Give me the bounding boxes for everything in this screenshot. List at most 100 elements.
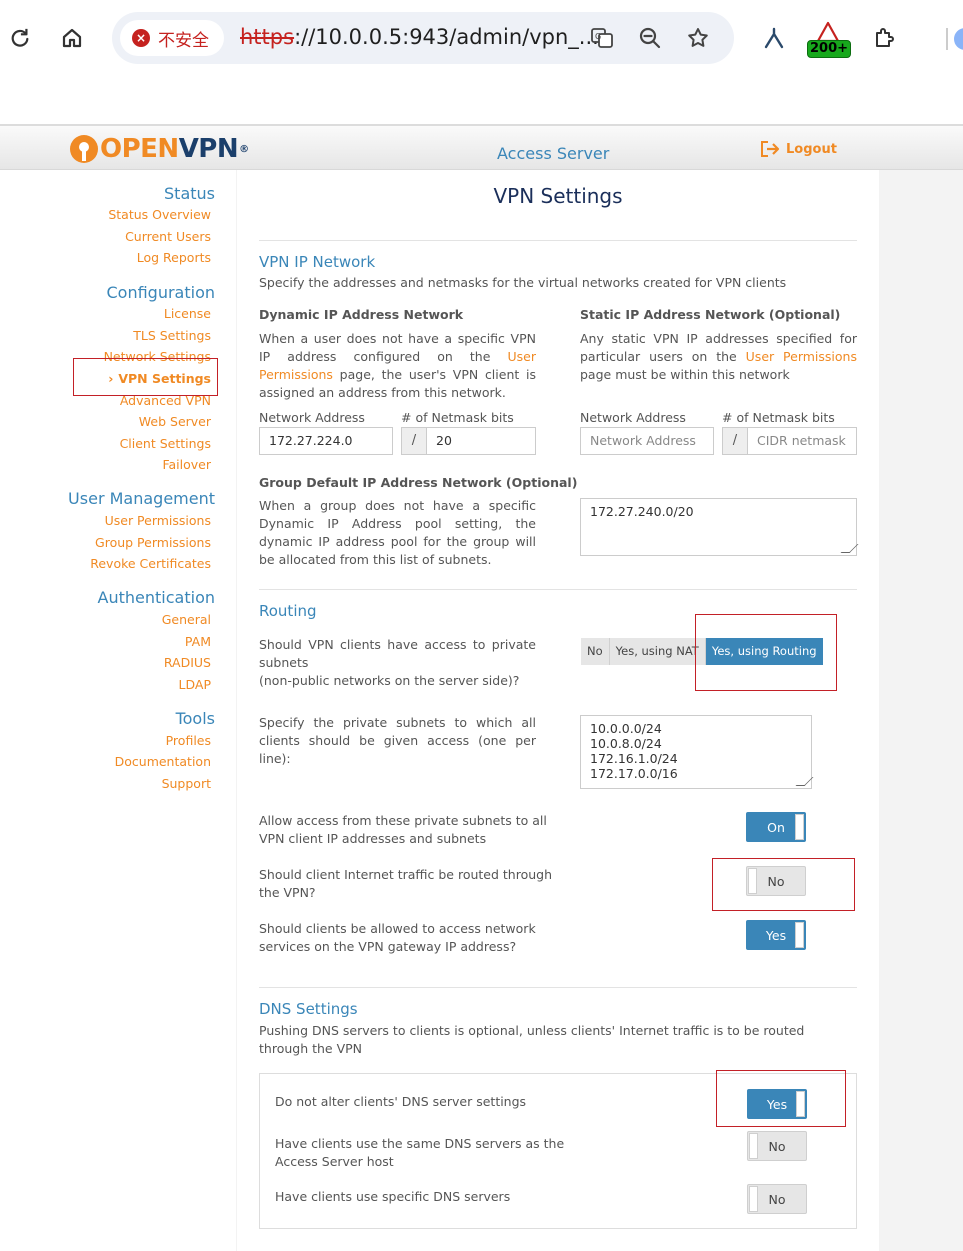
header-title: Access Server bbox=[497, 144, 610, 163]
sidebar-section-authentication: Authentication bbox=[97, 588, 215, 607]
page-title: VPN Settings bbox=[493, 184, 623, 208]
sidebar-item-tls-settings[interactable]: TLS Settings bbox=[133, 328, 211, 343]
toggle-knob bbox=[749, 1186, 758, 1212]
sidebar-section-configuration: Configuration bbox=[106, 283, 215, 302]
sidebar-item-pam[interactable]: PAM bbox=[185, 634, 211, 649]
toggle-knob bbox=[795, 922, 804, 948]
logo-registered-mark: ® bbox=[239, 143, 249, 155]
allow-access-value: On bbox=[767, 819, 785, 835]
url-path: ://10.0.0.5:943/admin/vpn_... bbox=[294, 25, 599, 49]
section-desc-vpn-ip-network: Specify the addresses and netmasks for t… bbox=[259, 275, 787, 290]
dynamic-help-text-1: When a user does not have a specific VPN… bbox=[259, 331, 536, 364]
dynamic-network-help: When a user does not have a specific VPN… bbox=[259, 330, 536, 402]
sidebar-item-status-overview[interactable]: Status Overview bbox=[108, 207, 211, 222]
private-subnets-textarea[interactable]: 10.0.0.0/24 10.0.8.0/24 172.16.1.0/24 17… bbox=[580, 715, 814, 789]
static-user-permissions-link[interactable]: User Permissions bbox=[746, 349, 857, 364]
bookmarks-area bbox=[0, 78, 963, 124]
dynamic-netmask-slash: / bbox=[401, 427, 427, 455]
toolbar-divider bbox=[946, 28, 948, 50]
sidebar-item-web-server[interactable]: Web Server bbox=[139, 414, 211, 429]
private-subnets-label: Specify the private subnets to which all… bbox=[259, 715, 536, 766]
sidebar-item-failover[interactable]: Failover bbox=[162, 457, 211, 472]
private-subnets-value: 10.0.0.0/24 10.0.8.0/24 172.16.1.0/24 17… bbox=[590, 721, 678, 781]
reload-icon[interactable] bbox=[4, 22, 36, 54]
static-netmask-input[interactable]: CIDR netmask bbox=[747, 427, 857, 455]
dns-specific-servers-toggle[interactable]: No bbox=[747, 1184, 807, 1214]
section-title-dns: DNS Settings bbox=[259, 1000, 358, 1018]
allow-access-label: Allow access from these private subnets … bbox=[259, 813, 547, 846]
bookmark-star-icon[interactable] bbox=[684, 24, 712, 52]
toggle-knob bbox=[749, 1133, 758, 1159]
dynamic-netmask-input[interactable]: 20 bbox=[426, 427, 536, 455]
section-divider bbox=[259, 240, 857, 241]
sidebar-item-revoke-certificates[interactable]: Revoke Certificates bbox=[90, 556, 211, 571]
sidebar-item-group-permissions[interactable]: Group Permissions bbox=[95, 535, 211, 550]
home-icon[interactable] bbox=[56, 22, 88, 54]
dynamic-netmask-label: # of Netmask bits bbox=[401, 410, 514, 425]
extensions-puzzle-icon[interactable] bbox=[868, 22, 900, 54]
site-security-chip[interactable]: × 不安全 bbox=[120, 20, 224, 56]
not-secure-icon: × bbox=[132, 29, 150, 47]
url-scheme: https bbox=[240, 25, 295, 49]
static-netmask-label: # of Netmask bits bbox=[722, 410, 835, 425]
section-desc-dns: Pushing DNS servers to clients is option… bbox=[259, 1023, 805, 1056]
section-title-routing: Routing bbox=[259, 602, 317, 620]
resize-grip-icon[interactable] bbox=[840, 544, 859, 553]
sidebar-item-current-users[interactable]: Current Users bbox=[125, 229, 211, 244]
sidebar-item-log-reports[interactable]: Log Reports bbox=[137, 250, 211, 265]
allow-access-toggle[interactable]: On bbox=[746, 812, 806, 842]
sidebar-item-radius[interactable]: RADIUS bbox=[164, 655, 211, 670]
sidebar-section-user-management: User Management bbox=[68, 489, 215, 508]
browser-toolbar: × 不安全 https://10.0.0.5:943/admin/vpn_...… bbox=[0, 0, 963, 78]
sidebar-section-status: Status bbox=[164, 184, 215, 203]
dynamic-network-address-input[interactable]: 172.27.224.0 bbox=[259, 427, 393, 455]
main-content: VPN Settings VPN IP Network Specify the … bbox=[237, 170, 879, 1251]
dynamic-network-title: Dynamic IP Address Network bbox=[259, 307, 464, 322]
gateway-access-value: Yes bbox=[765, 927, 787, 943]
sidebar-item-user-permissions[interactable]: User Permissions bbox=[105, 513, 211, 528]
extension-badge: 200+ bbox=[807, 40, 852, 58]
translate-icon[interactable]: G bbox=[588, 24, 616, 52]
highlight-box-dns bbox=[716, 1070, 846, 1127]
static-netmask-slash: / bbox=[722, 427, 748, 455]
sidebar-item-documentation[interactable]: Documentation bbox=[115, 754, 211, 769]
sidebar-section-tools: Tools bbox=[175, 709, 215, 728]
extension-fork-icon[interactable] bbox=[758, 22, 790, 54]
routing-option-no[interactable]: No bbox=[581, 638, 610, 665]
logo-keyhole-icon bbox=[70, 135, 98, 163]
profile-avatar[interactable] bbox=[954, 28, 963, 50]
logout-button[interactable]: Logout bbox=[760, 140, 837, 158]
dns-same-servers-toggle[interactable]: No bbox=[747, 1131, 807, 1161]
group-default-title: Group Default IP Address Network (Option… bbox=[259, 475, 578, 490]
sidebar-item-general[interactable]: General bbox=[162, 612, 211, 627]
sidebar-item-ldap[interactable]: LDAP bbox=[179, 677, 211, 692]
sidebar-item-client-settings[interactable]: Client Settings bbox=[120, 436, 211, 451]
highlight-box-routing bbox=[695, 614, 837, 691]
not-secure-label: 不安全 bbox=[158, 30, 209, 51]
zoom-out-icon[interactable] bbox=[636, 24, 664, 52]
section-title-vpn-ip-network: VPN IP Network bbox=[259, 253, 376, 271]
static-network-address-label: Network Address bbox=[580, 410, 686, 425]
openvpn-logo[interactable]: OPEN VPN ® bbox=[70, 134, 249, 164]
app-header: OPEN VPN ® Access Server Logout bbox=[0, 126, 963, 170]
highlight-box-vpn-settings bbox=[73, 358, 218, 396]
group-default-help: When a group does not have a specific Dy… bbox=[259, 498, 536, 567]
url-text[interactable]: https://10.0.0.5:943/admin/vpn_... bbox=[240, 25, 599, 49]
address-bar[interactable]: × 不安全 https://10.0.0.5:943/admin/vpn_...… bbox=[112, 12, 734, 64]
routing-question: Should VPN clients have access to privat… bbox=[259, 637, 536, 688]
sidebar-item-profiles[interactable]: Profiles bbox=[166, 733, 211, 748]
sidebar-nav: Status Status Overview Current Users Log… bbox=[0, 170, 236, 1251]
resize-grip-icon[interactable] bbox=[795, 777, 814, 786]
static-network-title: Static IP Address Network (Optional) bbox=[580, 307, 841, 322]
routing-option-nat[interactable]: Yes, using NAT bbox=[609, 638, 706, 665]
section-divider bbox=[259, 589, 857, 590]
dns-option-label-specific-servers: Have clients use specific DNS servers bbox=[275, 1189, 511, 1204]
sidebar-item-support[interactable]: Support bbox=[162, 776, 211, 791]
static-network-address-input[interactable]: Network Address bbox=[580, 427, 714, 455]
sidebar-item-license[interactable]: License bbox=[164, 306, 211, 321]
gateway-access-toggle[interactable]: Yes bbox=[746, 920, 806, 950]
svg-text:G: G bbox=[595, 32, 601, 41]
internet-traffic-label: Should client Internet traffic be routed… bbox=[259, 867, 552, 900]
group-default-subnets-value: 172.27.240.0/20 bbox=[590, 504, 694, 519]
group-default-subnets-textarea[interactable]: 172.27.240.0/20 bbox=[580, 498, 859, 556]
